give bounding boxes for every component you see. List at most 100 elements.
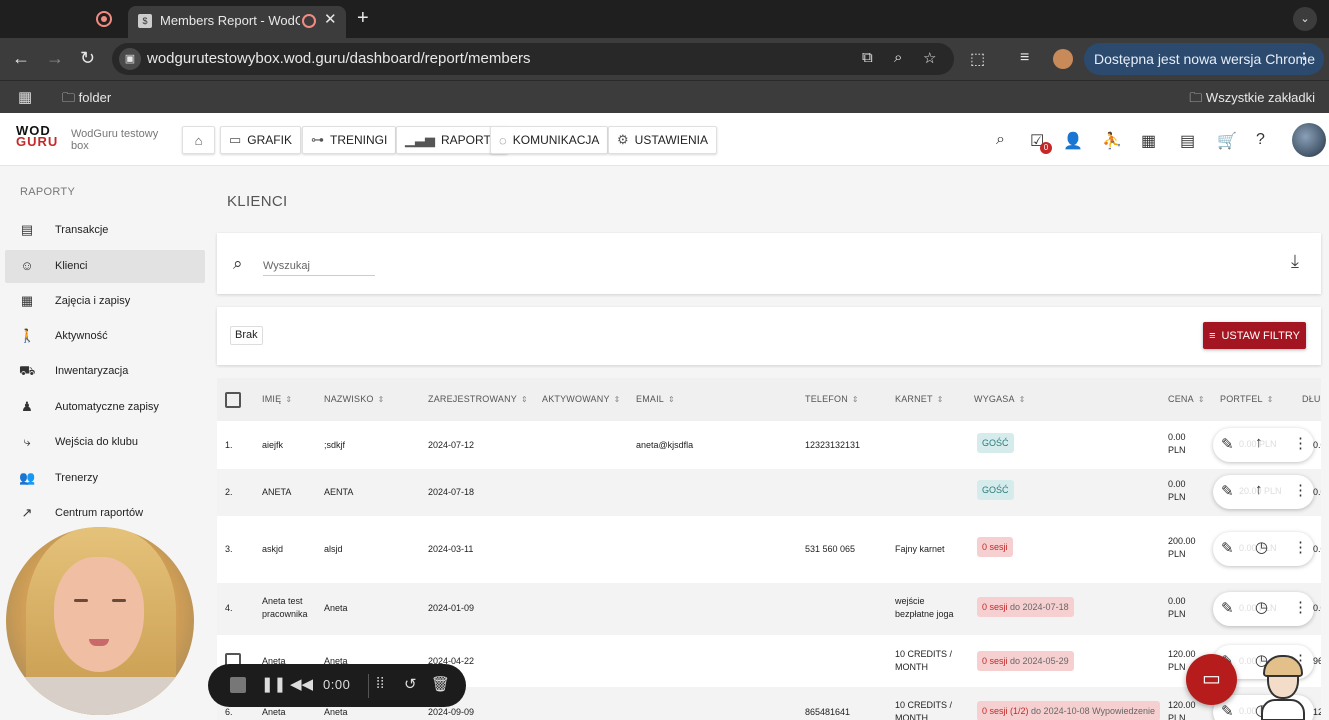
upgrade-icon[interactable]: ↑: [1255, 481, 1263, 498]
bookmark-star-icon[interactable]: ☆: [923, 49, 936, 67]
badge-date: do 2024-07-18: [1010, 602, 1069, 612]
back-icon[interactable]: ←: [12, 48, 30, 69]
sidebar-item-klienci[interactable]: ☺ Klienci: [5, 250, 205, 283]
delete-icon[interactable]: 🗑: [431, 675, 450, 693]
media-icon[interactable]: ≡: [1020, 49, 1029, 67]
table-row[interactable]: 3. askjd alsjd 2024-03-11 531 560 065 Fa…: [217, 516, 1321, 583]
filter-chip: Brak: [230, 326, 263, 345]
event-icon[interactable]: ▦: [1141, 131, 1156, 151]
home-button[interactable]: ⌂: [182, 126, 215, 154]
clock-icon[interactable]: ◷: [1255, 598, 1268, 616]
more-icon[interactable]: ⋮: [1293, 598, 1308, 616]
edit-icon[interactable]: ✎: [1221, 599, 1234, 617]
edit-icon[interactable]: ✎: [1221, 702, 1234, 720]
edit-icon[interactable]: ✎: [1221, 539, 1234, 557]
download-icon[interactable]: ⤓: [1291, 251, 1299, 272]
sidebar-item-aktywnosc[interactable]: 🚶 Aktywność: [5, 320, 205, 353]
nav-komunikacja[interactable]: ◌ KOMUNIKACJA: [490, 126, 609, 154]
column-header-wygasa[interactable]: WYGASA ⇕: [974, 394, 1026, 404]
nav-grafik[interactable]: ▭ GRAFIK: [220, 126, 301, 154]
tab-search-icon[interactable]: ⌄: [1293, 7, 1317, 31]
all-bookmarks[interactable]: 🗀 Wszystkie zakładki: [1189, 89, 1315, 111]
set-filters-button[interactable]: ≡ USTAW FILTRY: [1203, 322, 1306, 349]
price-value: 200.00: [1168, 536, 1196, 546]
row-number: 6.: [225, 707, 233, 717]
cast-icon[interactable]: ⧉: [862, 49, 873, 66]
column-header-karnet[interactable]: KARNET ⇕: [895, 394, 944, 404]
user-avatar[interactable]: [1292, 123, 1326, 157]
nav-treningi[interactable]: ⊶ TRENINGI: [302, 126, 397, 154]
phone: 12323132131: [805, 440, 861, 450]
address-bar[interactable]: ▣ wodgurutestowybox.wod.guru/dashboard/r…: [112, 43, 954, 75]
more-icon[interactable]: ⋮: [1293, 481, 1308, 499]
table-row[interactable]: 2. ANETA AENTA 2024-07-18 GOŚĆ 0.00 PLN 2…: [217, 469, 1321, 516]
wallet-icon[interactable]: ▤: [1180, 131, 1195, 151]
column-header-dlug[interactable]: DŁU: [1302, 394, 1321, 404]
assistant-avatar[interactable]: [1255, 655, 1311, 720]
clock-icon[interactable]: ◷: [1255, 538, 1268, 556]
recording-icon[interactable]: [96, 11, 112, 27]
last-name: ;sdkjf: [324, 440, 346, 450]
stop-icon[interactable]: [230, 677, 246, 693]
last-name: AENTA: [324, 487, 354, 497]
profile-avatar[interactable]: [1053, 49, 1073, 69]
add-person-icon[interactable]: 👤: [1063, 131, 1083, 151]
new-tab-icon[interactable]: +: [357, 7, 369, 30]
sidebar-item-label: Klienci: [55, 260, 88, 272]
more-menu-icon[interactable]: ⋮: [1296, 49, 1312, 69]
registered-date: 2024-07-18: [428, 487, 475, 497]
browser-tab[interactable]: $ Members Report - WodGuru ✕: [128, 6, 346, 38]
pause-icon[interactable]: ❚❚: [261, 675, 286, 693]
select-all-checkbox[interactable]: [225, 392, 241, 408]
column-header-nazwisko[interactable]: NAZWISKO ⇕: [324, 394, 385, 404]
price-currency: PLN: [1168, 492, 1186, 502]
restart-icon[interactable]: ↺: [404, 675, 417, 693]
reload-icon[interactable]: ↻: [80, 48, 95, 69]
column-header-email[interactable]: EMAIL ⇕: [636, 394, 675, 404]
rewind-icon[interactable]: ◀◀: [290, 675, 313, 693]
column-header-imie[interactable]: IMIĘ ⇕: [262, 394, 292, 404]
column-header-zarejestrowany[interactable]: ZAREJESTROWANY ⇕: [428, 394, 528, 404]
apps-grid-icon[interactable]: ▦: [18, 88, 32, 106]
sidebar-item-trenerzy[interactable]: 👥 Trenerzy: [5, 462, 205, 495]
sidebar-item-centrum[interactable]: ↗ Centrum raportów: [5, 497, 205, 530]
forward-icon[interactable]: →: [46, 48, 64, 69]
chrome-update-button[interactable]: Dostępna jest nowa wersja Chrome ⋮: [1084, 43, 1324, 75]
webcam-overlay[interactable]: [6, 527, 194, 715]
sidebar-item-wejscia[interactable]: ⤷ Wejścia do klubu: [5, 426, 205, 459]
sidebar-item-automatyczne[interactable]: ♟ Automatyczne zapisy: [5, 391, 205, 424]
search-input[interactable]: [263, 257, 375, 276]
column-header-aktywowany[interactable]: AKTYWOWANY ⇕: [542, 394, 621, 404]
wodguru-logo[interactable]: WOD GURU: [16, 124, 58, 148]
site-info-icon[interactable]: ▣: [119, 48, 141, 70]
sort-icon: ⇕: [936, 395, 944, 404]
sort-icon: ⇕: [285, 395, 293, 404]
search-icon[interactable]: ⌕: [996, 131, 1005, 149]
nav-ustawienia[interactable]: ⚙ USTAWIENIA: [608, 126, 717, 154]
app-header: WOD GURU WodGuru testowy box ⌂ ▭ GRAFIK …: [0, 113, 1329, 166]
extensions-icon[interactable]: ⬚: [970, 49, 985, 69]
sidebar-item-zajecia[interactable]: ▦ Zajęcia i zapisy: [5, 285, 205, 318]
column-header-portfel[interactable]: PORTFEL ⇕: [1220, 394, 1274, 404]
more-icon[interactable]: ⋮: [1293, 538, 1308, 556]
column-header-telefon[interactable]: TELEFON ⇕: [805, 394, 859, 404]
upgrade-icon[interactable]: ↑: [1255, 434, 1263, 451]
close-tab-icon[interactable]: ✕: [324, 10, 337, 28]
bookmark-folder[interactable]: 🗀 folder: [62, 89, 111, 111]
sidebar-item-transakcje[interactable]: ▤ Transakcje: [5, 214, 205, 247]
more-icon[interactable]: ⋮: [1293, 434, 1308, 452]
edit-icon[interactable]: ✎: [1221, 482, 1234, 500]
payment-fab[interactable]: ▭: [1186, 654, 1237, 705]
sidebar-item-inwentaryzacja[interactable]: ⛟ Inwentaryzacja: [5, 355, 205, 388]
help-icon[interactable]: ?: [1256, 131, 1265, 149]
column-label: DŁU: [1302, 394, 1321, 404]
edit-icon[interactable]: ✎: [1221, 435, 1234, 453]
table-row[interactable]: 4. Aneta test pracownika Aneta 2024-01-0…: [217, 583, 1321, 635]
table-row[interactable]: 1. aiejfk ;sdkjf 2024-07-12 aneta@kjsdfl…: [217, 421, 1321, 469]
cart-icon[interactable]: 🛒: [1217, 131, 1237, 151]
price-currency: PLN: [1168, 549, 1186, 559]
column-header-cena[interactable]: CENA ⇕: [1168, 394, 1205, 404]
zoom-icon[interactable]: ⌕: [894, 49, 902, 66]
trainer-icon[interactable]: ⛹: [1102, 131, 1122, 151]
drag-handle-icon[interactable]: ⁞⁞: [376, 675, 384, 692]
